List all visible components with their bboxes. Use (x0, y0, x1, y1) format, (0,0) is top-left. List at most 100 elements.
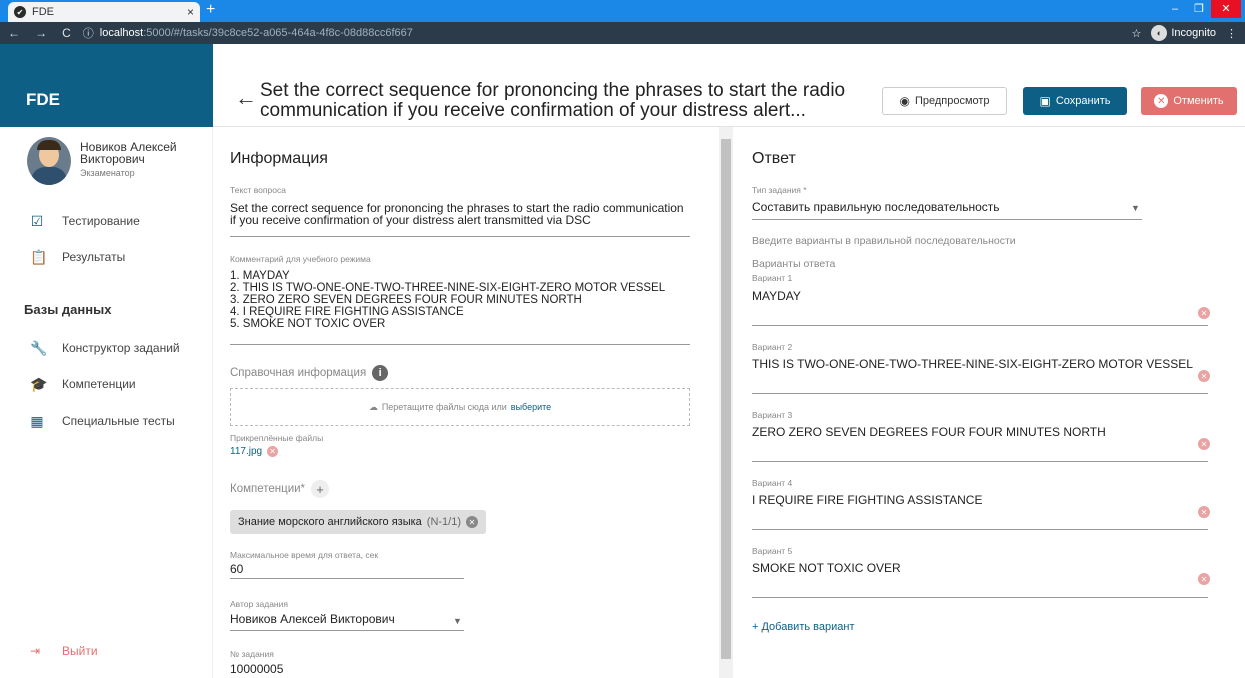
window-close-button[interactable]: ✕ (1211, 0, 1241, 18)
remove-file-icon[interactable]: ✕ (267, 446, 279, 457)
url-path: :5000/#/tasks/39c8ce52-a065-464a-4f8c-08… (143, 27, 413, 39)
sidebar-item-competencies[interactable]: 🎓 Компетенции (0, 371, 212, 397)
author-label: Автор задания (230, 599, 288, 609)
cancel-circle-icon: ✕ (1154, 94, 1169, 108)
floppy-disk-icon: ▣ (1039, 94, 1051, 108)
file-dropzone[interactable]: ☁ Перетащите файлы сюда или выберите (230, 388, 690, 426)
tab-title: FDE (32, 6, 54, 18)
site-info-icon[interactable]: ⓘ (83, 25, 94, 41)
address-bar: ← → C ⓘ localhost :5000/#/tasks/39c8ce52… (0, 22, 1245, 44)
scrollbar-thumb[interactable] (721, 139, 731, 659)
comment-line: 1. MAYDAY (230, 270, 290, 282)
preview-button[interactable]: ◉ Предпросмотр (882, 87, 1007, 115)
variant-label: Вариант 1 (752, 273, 793, 283)
browser-menu-icon[interactable]: ⋮ (1226, 27, 1237, 40)
app-logo[interactable]: FDE (26, 90, 60, 110)
info-title: Информация (230, 150, 328, 167)
tab-favicon-icon: ✔ (14, 6, 26, 18)
back-arrow-icon[interactable]: ← (235, 85, 257, 111)
remove-variant-icon[interactable]: ✕ (1198, 438, 1210, 450)
variant-input[interactable]: MAYDAY (752, 290, 801, 302)
variant-underline (752, 325, 1208, 326)
bookmark-star-icon[interactable]: ☆ (1131, 27, 1141, 40)
browser-tab[interactable]: ✔ FDE × (8, 2, 200, 22)
variant-label: Вариант 2 (752, 342, 793, 352)
dropzone-text: Перетащите файлы сюда или (381, 402, 507, 412)
info-icon[interactable]: i (372, 365, 389, 381)
author-underline (230, 630, 464, 631)
sidebar-section-title: Базы данных (24, 302, 112, 317)
page-header: ← Set the correct sequence for prononcin… (213, 79, 1245, 127)
logout-button[interactable]: ⇥ Выйти (0, 639, 212, 663)
reference-label: Справочная информация (230, 367, 367, 379)
user-name: Новиков Алексей Викторович (80, 140, 177, 166)
back-icon[interactable]: ← (8, 26, 20, 40)
sidebar-item-label: Конструктор заданий (62, 341, 180, 355)
chevron-down-icon[interactable]: ▼ (1131, 203, 1140, 213)
add-competency-button[interactable]: + (311, 480, 330, 498)
answer-panel: Ответ Тип задания * Составить правильную… (733, 127, 1245, 678)
comment-underline (230, 344, 690, 345)
url-field[interactable]: ⓘ localhost :5000/#/tasks/39c8ce52-a065-… (83, 25, 413, 41)
reload-icon[interactable]: C (62, 26, 71, 40)
variants-label: Варианты ответа (752, 258, 836, 270)
max-time-underline (230, 578, 464, 579)
tab-close-button[interactable]: × (187, 5, 194, 19)
chevron-down-icon[interactable]: ▼ (453, 616, 462, 626)
cancel-button[interactable]: ✕ Отменить (1141, 87, 1237, 115)
sidebar-item-special-tests[interactable]: ▦ Специальные тесты (0, 408, 212, 434)
competencies-field: Компетенции* + (230, 480, 330, 498)
add-variant-link[interactable]: + Добавить вариант (752, 621, 854, 633)
question-textarea[interactable]: Set the correct sequence for prononcing … (230, 202, 690, 230)
attached-file-link[interactable]: 117.jpg (230, 446, 262, 457)
comment-line: 4. I REQUIRE FIRE FIGHTING ASSISTANCE (230, 306, 464, 318)
save-button[interactable]: ▣ Сохранить (1023, 87, 1127, 115)
scrollbar[interactable] (719, 127, 733, 678)
author-select[interactable]: Новиков Алексей Викторович (230, 613, 395, 625)
incognito-label: Incognito (1171, 27, 1216, 39)
remove-variant-icon[interactable]: ✕ (1198, 506, 1210, 518)
sidebar-item-results[interactable]: 📋 Результаты (0, 244, 212, 270)
remove-variant-icon[interactable]: ✕ (1198, 573, 1210, 585)
attached-file: 117.jpg ✕ (230, 446, 279, 457)
maximize-button[interactable]: ❐ (1187, 0, 1211, 18)
variant-input[interactable]: I REQUIRE FIRE FIGHTING ASSISTANCE (752, 494, 982, 506)
new-tab-button[interactable]: + (206, 1, 215, 19)
remove-variant-icon[interactable]: ✕ (1198, 307, 1210, 319)
eye-icon: ◉ (899, 94, 910, 108)
incognito-indicator[interactable]: ◐ Incognito (1151, 25, 1216, 41)
avatar (27, 137, 71, 185)
variant-underline (752, 461, 1208, 462)
choose-files-link[interactable]: выберите (511, 402, 551, 412)
logout-label: Выйти (62, 644, 98, 658)
variant-input[interactable]: THIS IS TWO-ONE-ONE-TWO-THREE-NINE-SIX-E… (752, 358, 1193, 370)
sidebar-item-task-builder[interactable]: 🔧 Конструктор заданий (0, 335, 212, 361)
info-panel: Информация Текст вопроса Set the correct… (213, 127, 719, 678)
variant-input[interactable]: SMOKE NOT TOXIC OVER (752, 562, 901, 574)
logout-icon: ⇥ (30, 644, 41, 658)
remove-variant-icon[interactable]: ✕ (1198, 370, 1210, 382)
comment-textarea[interactable]: 1. MAYDAY 2. THIS IS TWO-ONE-ONE-TWO-THR… (230, 270, 690, 330)
variants-hint: Введите варианты в правильной последоват… (752, 235, 1016, 247)
forward-icon[interactable]: → (35, 26, 47, 40)
window-controls: – ❐ ✕ (1163, 0, 1241, 18)
task-type-underline (752, 219, 1142, 220)
task-type-select[interactable]: Составить правильную последовательность (752, 201, 1000, 213)
minimize-button[interactable]: – (1163, 0, 1187, 18)
max-time-label: Максимальное время для ответа, сек (230, 550, 379, 560)
comment-line: 2. THIS IS TWO-ONE-ONE-TWO-THREE-NINE-SI… (230, 282, 666, 294)
variant-underline (752, 393, 1208, 394)
app-logo-panel: FDE (0, 44, 213, 127)
chip-code: (N-1/1) (426, 516, 462, 528)
competencies-label: Компетенции* (230, 483, 306, 495)
comment-line: 5. SMOKE NOT TOXIC OVER (230, 318, 386, 330)
sidebar-item-label: Специальные тесты (62, 414, 175, 428)
graduation-cap-icon: 🎓 (30, 375, 48, 392)
incognito-icon: ◐ (1151, 25, 1168, 41)
sidebar-item-label: Результаты (62, 250, 126, 264)
max-time-input[interactable]: 60 (230, 563, 243, 575)
task-number-label: № задания (230, 649, 274, 659)
sidebar-item-testing[interactable]: ☑ Тестирование (0, 208, 212, 234)
variant-input[interactable]: ZERO ZERO SEVEN DEGREES FOUR FOUR MINUTE… (752, 426, 1106, 438)
remove-chip-icon[interactable]: ✕ (466, 516, 479, 528)
